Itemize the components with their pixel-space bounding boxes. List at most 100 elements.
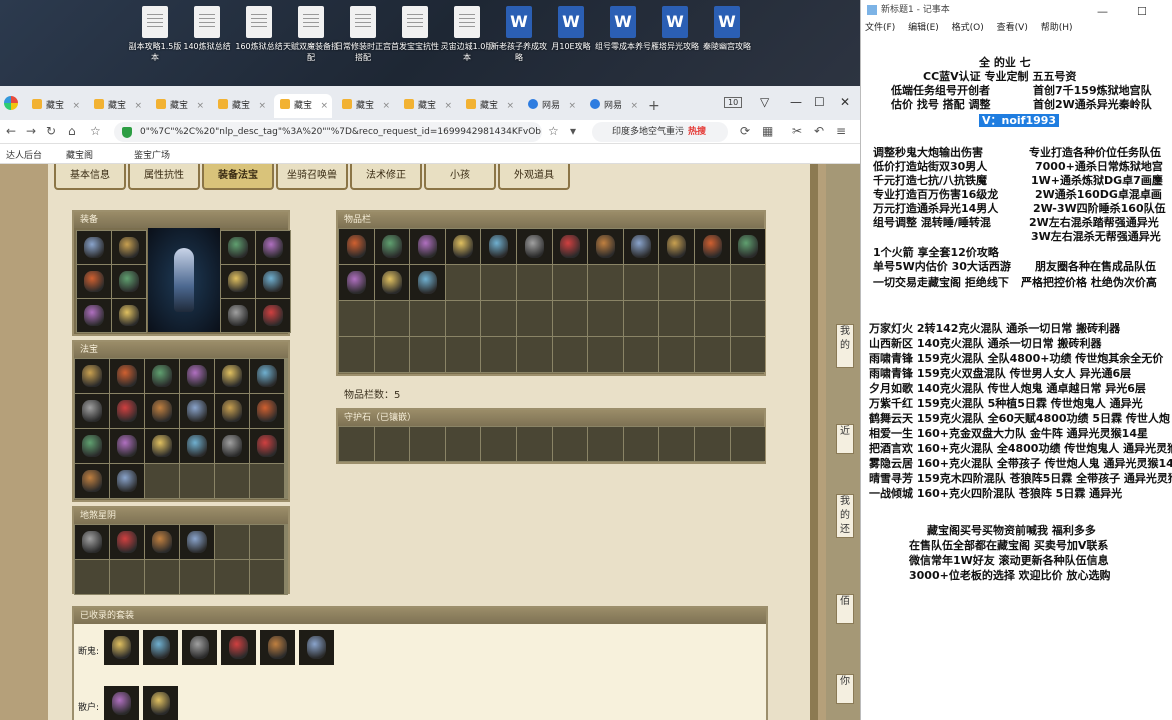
empty-slot[interactable]: [374, 337, 410, 372]
item-slot[interactable]: [260, 630, 295, 665]
item-slot[interactable]: [145, 429, 179, 463]
home-button[interactable]: ⌂: [68, 124, 76, 138]
item-slot[interactable]: [623, 229, 659, 264]
empty-slot[interactable]: [445, 301, 481, 336]
browser-tab[interactable]: 藏宝 ×: [212, 94, 270, 118]
tab-close-icon[interactable]: ×: [382, 94, 390, 118]
empty-slot[interactable]: [250, 560, 284, 594]
item-slot[interactable]: [110, 429, 144, 463]
item-slot[interactable]: [180, 429, 214, 463]
menu-view[interactable]: 查看(V): [997, 23, 1028, 33]
item-slot[interactable]: [180, 525, 214, 559]
game-tab[interactable]: 外观道具: [498, 164, 570, 190]
new-tab-button[interactable]: +: [648, 98, 660, 114]
game-tab[interactable]: 坐骑召唤兽: [276, 164, 348, 190]
item-slot[interactable]: [110, 464, 144, 498]
item-slot[interactable]: [221, 630, 256, 665]
item-slot[interactable]: [75, 359, 109, 393]
item-slot[interactable]: [339, 265, 374, 300]
bookmark-star-icon[interactable]: ☆: [548, 124, 559, 138]
empty-slot[interactable]: [588, 427, 623, 461]
apps-grid-icon[interactable]: ▦: [762, 124, 773, 138]
empty-slot[interactable]: [145, 560, 179, 594]
empty-slot[interactable]: [339, 427, 374, 461]
item-slot[interactable]: [221, 265, 255, 298]
item-slot[interactable]: [481, 229, 516, 264]
empty-slot[interactable]: [215, 560, 249, 594]
tab-close-icon[interactable]: ×: [320, 94, 328, 118]
empty-slot[interactable]: [445, 337, 481, 372]
item-slot[interactable]: [410, 229, 445, 264]
item-slot[interactable]: [143, 630, 178, 665]
empty-slot[interactable]: [623, 427, 659, 461]
empty-slot[interactable]: [215, 525, 249, 559]
empty-slot[interactable]: [730, 301, 766, 336]
empty-slot[interactable]: [694, 301, 730, 336]
item-slot[interactable]: [588, 229, 623, 264]
empty-slot[interactable]: [339, 301, 374, 336]
item-slot[interactable]: [215, 394, 249, 428]
browser-tab[interactable]: 藏宝 ×: [150, 94, 208, 118]
empty-slot[interactable]: [481, 337, 516, 372]
item-slot[interactable]: [256, 231, 290, 264]
empty-slot[interactable]: [250, 525, 284, 559]
empty-slot[interactable]: [588, 337, 623, 372]
desktop-icon[interactable]: 副本攻略1.5版本: [126, 6, 184, 63]
empty-slot[interactable]: [623, 301, 659, 336]
empty-slot[interactable]: [410, 301, 445, 336]
desktop-icon[interactable]: W 月10E攻略: [542, 6, 600, 52]
item-slot[interactable]: [374, 265, 410, 300]
browser-tab[interactable]: 网易 ×: [584, 94, 642, 118]
reload-button[interactable]: ↻: [46, 124, 56, 138]
item-slot[interactable]: [256, 265, 290, 298]
item-slot[interactable]: [659, 229, 694, 264]
empty-slot[interactable]: [481, 427, 516, 461]
item-slot[interactable]: [75, 429, 109, 463]
item-slot[interactable]: [180, 394, 214, 428]
url-field[interactable]: 0"%7C"%2C%20"nlp_desc_tag"%3A%20""%7D&re…: [114, 122, 542, 142]
close-button[interactable]: ✕: [840, 95, 850, 109]
scissors-icon[interactable]: ✂: [792, 124, 802, 138]
item-slot[interactable]: [112, 265, 146, 298]
item-slot[interactable]: [77, 231, 111, 264]
empty-slot[interactable]: [481, 265, 516, 300]
menu-edit[interactable]: 编辑(E): [908, 23, 939, 33]
tab-close-icon[interactable]: ×: [568, 94, 576, 118]
tab-close-icon[interactable]: ×: [630, 94, 638, 118]
item-slot[interactable]: [250, 429, 284, 463]
empty-slot[interactable]: [250, 464, 284, 498]
forward-button[interactable]: →: [26, 124, 36, 138]
empty-slot[interactable]: [552, 427, 588, 461]
item-slot[interactable]: [77, 299, 111, 332]
browser-tab[interactable]: 藏宝 ×: [336, 94, 394, 118]
bookmark-item[interactable]: 鉴宝广场: [134, 148, 170, 161]
menu-dropdown-icon[interactable]: ▾: [570, 124, 576, 138]
empty-slot[interactable]: [552, 265, 588, 300]
empty-slot[interactable]: [339, 337, 374, 372]
empty-slot[interactable]: [215, 464, 249, 498]
refresh-icon[interactable]: ⟳: [740, 124, 750, 138]
item-slot[interactable]: [445, 229, 481, 264]
desktop-icon[interactable]: 日常修装时正宫搭配: [334, 6, 392, 63]
empty-slot[interactable]: [623, 265, 659, 300]
maximize-button[interactable]: ☐: [1137, 2, 1147, 22]
item-slot[interactable]: [145, 525, 179, 559]
tab-close-icon[interactable]: ×: [196, 94, 204, 118]
menu-file[interactable]: 文件(F): [865, 23, 895, 33]
empty-slot[interactable]: [180, 560, 214, 594]
desktop-icon[interactable]: 140炼狱总结: [178, 6, 236, 52]
browser-tab[interactable]: 藏宝 ×: [398, 94, 456, 118]
item-slot[interactable]: [182, 630, 217, 665]
empty-slot[interactable]: [588, 301, 623, 336]
game-tab[interactable]: 法术修正: [350, 164, 422, 190]
item-slot[interactable]: [112, 231, 146, 264]
maximize-button[interactable]: ☐: [814, 95, 825, 109]
item-slot[interactable]: [215, 429, 249, 463]
empty-slot[interactable]: [694, 337, 730, 372]
item-slot[interactable]: [299, 630, 334, 665]
empty-slot[interactable]: [110, 560, 144, 594]
empty-slot[interactable]: [374, 301, 410, 336]
search-field[interactable]: 印度多地空气重污 热搜: [592, 122, 728, 142]
desktop-icon[interactable]: 灵宙边城1.0版本: [438, 6, 496, 63]
item-slot[interactable]: [75, 394, 109, 428]
